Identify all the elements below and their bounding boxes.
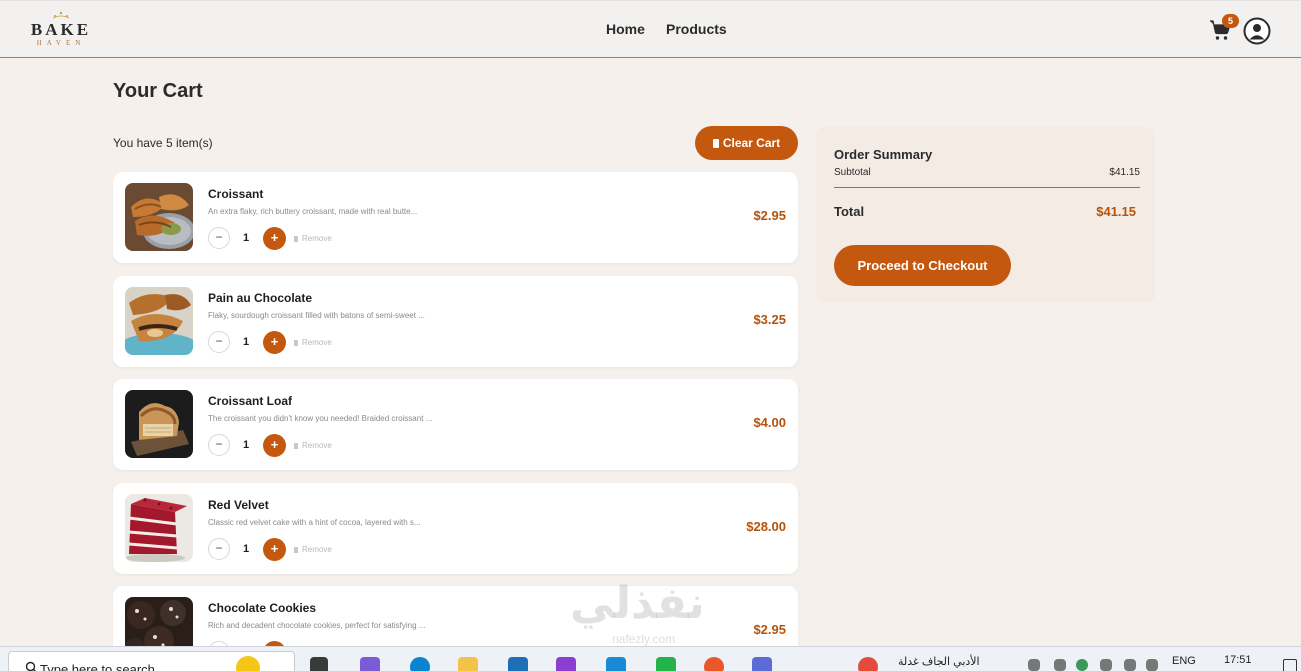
site-header: BAKE HAVEN Home Products 5 bbox=[0, 0, 1301, 58]
copilot-icon[interactable] bbox=[360, 657, 380, 671]
mail-icon[interactable] bbox=[508, 657, 528, 671]
item-quantity: 1 bbox=[242, 439, 250, 451]
remove-item-button[interactable]: Remove bbox=[294, 234, 332, 243]
cart-item-croissant-loaf: Croissant Loaf The croissant you didn't … bbox=[113, 379, 798, 470]
system-tray-icon[interactable] bbox=[1028, 659, 1040, 671]
edge-icon[interactable] bbox=[410, 657, 430, 671]
file-explorer-icon[interactable] bbox=[458, 657, 478, 671]
watermark-logo: نفذلي bbox=[570, 578, 705, 629]
wifi-icon[interactable] bbox=[1124, 659, 1136, 671]
item-price: $28.00 bbox=[746, 519, 786, 534]
subtotal-label: Subtotal bbox=[834, 167, 871, 178]
page-title: Your Cart bbox=[113, 80, 203, 102]
item-name: Croissant bbox=[208, 187, 264, 201]
remove-item-button[interactable]: Remove bbox=[294, 338, 332, 347]
network-icon[interactable] bbox=[1076, 659, 1088, 671]
cart-item-pain-au-chocolate: Pain au Chocolate Flaky, sourdough crois… bbox=[113, 276, 798, 367]
remove-label: Remove bbox=[302, 441, 332, 450]
cart-count-badge: 5 bbox=[1222, 14, 1239, 28]
item-description: The croissant you didn't know you needed… bbox=[208, 414, 433, 423]
clock-time[interactable]: 17:51 bbox=[1224, 654, 1252, 666]
item-name: Chocolate Cookies bbox=[208, 601, 317, 615]
total-label: Total bbox=[834, 204, 865, 219]
battery-icon[interactable] bbox=[1054, 659, 1066, 671]
ubuntu-icon[interactable] bbox=[704, 657, 724, 671]
remove-item-button[interactable]: Remove bbox=[294, 545, 332, 554]
increase-quantity-button[interactable]: + bbox=[263, 538, 286, 561]
teams-icon[interactable] bbox=[752, 657, 772, 671]
item-quantity: 1 bbox=[242, 543, 250, 555]
notifications-icon[interactable] bbox=[1283, 659, 1297, 671]
windows-taskbar: Type here to search الأدبي الجاف غدلة EN… bbox=[0, 646, 1301, 671]
trash-icon bbox=[294, 340, 298, 346]
decrease-quantity-button[interactable]: − bbox=[208, 538, 230, 560]
remove-item-button[interactable]: Remove bbox=[294, 441, 332, 450]
order-summary: Order Summary Subtotal $41.15 Total $41.… bbox=[816, 127, 1155, 302]
trash-icon bbox=[294, 443, 298, 449]
vscode-icon[interactable] bbox=[606, 657, 626, 671]
cart-item-croissant: Croissant An extra flaky, rich buttery c… bbox=[113, 172, 798, 263]
item-description: Classic red velvet cake with a hint of c… bbox=[208, 518, 421, 527]
trash-icon bbox=[712, 138, 719, 148]
cart-item-red-velvet: Red Velvet Classic red velvet cake with … bbox=[113, 483, 798, 574]
item-description: An extra flaky, rich buttery croissant, … bbox=[208, 207, 418, 216]
volume-icon[interactable] bbox=[1146, 659, 1158, 671]
item-name: Pain au Chocolate bbox=[208, 291, 313, 305]
decrease-quantity-button[interactable]: − bbox=[208, 331, 230, 353]
order-summary-title: Order Summary bbox=[834, 147, 933, 162]
item-quantity: 1 bbox=[242, 232, 250, 244]
trash-icon bbox=[294, 547, 298, 553]
item-description: Rich and decadent chocolate cookies, per… bbox=[208, 621, 426, 630]
trash-icon bbox=[294, 236, 298, 242]
account-button[interactable] bbox=[1243, 17, 1271, 45]
chrome-icon[interactable] bbox=[858, 657, 878, 671]
increase-quantity-button[interactable]: + bbox=[263, 434, 286, 457]
watermark-url: nafezly.com bbox=[612, 632, 676, 646]
brand-name: BAKE bbox=[30, 20, 92, 39]
remove-label: Remove bbox=[302, 234, 332, 243]
summary-divider bbox=[834, 187, 1140, 188]
increase-quantity-button[interactable]: + bbox=[263, 227, 286, 250]
bake-haven-logo[interactable]: BAKE HAVEN bbox=[30, 11, 92, 49]
remove-label: Remove bbox=[302, 545, 332, 554]
items-count: You have 5 item(s) bbox=[113, 136, 213, 150]
app-icon[interactable] bbox=[656, 657, 676, 671]
decrease-quantity-button[interactable]: − bbox=[208, 227, 230, 249]
croissant-loaf-image bbox=[125, 390, 193, 458]
task-view-icon[interactable] bbox=[310, 657, 328, 671]
total-value: $41.15 bbox=[1096, 204, 1136, 219]
pain-au-chocolate-image bbox=[125, 287, 193, 355]
clear-cart-button[interactable]: Clear Cart bbox=[695, 126, 798, 160]
decrease-quantity-button[interactable]: − bbox=[208, 434, 230, 456]
item-price: $4.00 bbox=[753, 415, 786, 430]
red-velvet-image bbox=[125, 494, 193, 562]
brand-subtitle: HAVEN bbox=[36, 39, 86, 47]
language-indicator[interactable]: ENG bbox=[1172, 655, 1196, 667]
subtotal-value: $41.15 bbox=[1109, 167, 1140, 178]
user-icon bbox=[1243, 17, 1271, 45]
item-name: Red Velvet bbox=[208, 498, 269, 512]
taskbar-search-placeholder: Type here to search bbox=[40, 662, 155, 671]
clear-cart-label: Clear Cart bbox=[722, 136, 781, 150]
visual-studio-icon[interactable] bbox=[556, 657, 576, 671]
item-description: Flaky, sourdough croissant filled with b… bbox=[208, 311, 425, 320]
weather-status-text: الأدبي الجاف غدلة bbox=[898, 656, 980, 668]
display-icon[interactable] bbox=[1100, 659, 1112, 671]
item-price: $2.95 bbox=[753, 208, 786, 223]
crown-icon bbox=[52, 11, 70, 19]
item-name: Croissant Loaf bbox=[208, 394, 293, 408]
item-quantity: 1 bbox=[242, 336, 250, 348]
search-icon bbox=[25, 661, 36, 671]
nav-products[interactable]: Products bbox=[666, 21, 727, 37]
item-price: $2.95 bbox=[753, 622, 786, 637]
proceed-to-checkout-button[interactable]: Proceed to Checkout bbox=[834, 245, 1011, 286]
increase-quantity-button[interactable]: + bbox=[263, 331, 286, 354]
remove-label: Remove bbox=[302, 338, 332, 347]
item-price: $3.25 bbox=[753, 312, 786, 327]
nav-home[interactable]: Home bbox=[606, 21, 645, 37]
croissant-image bbox=[125, 183, 193, 251]
